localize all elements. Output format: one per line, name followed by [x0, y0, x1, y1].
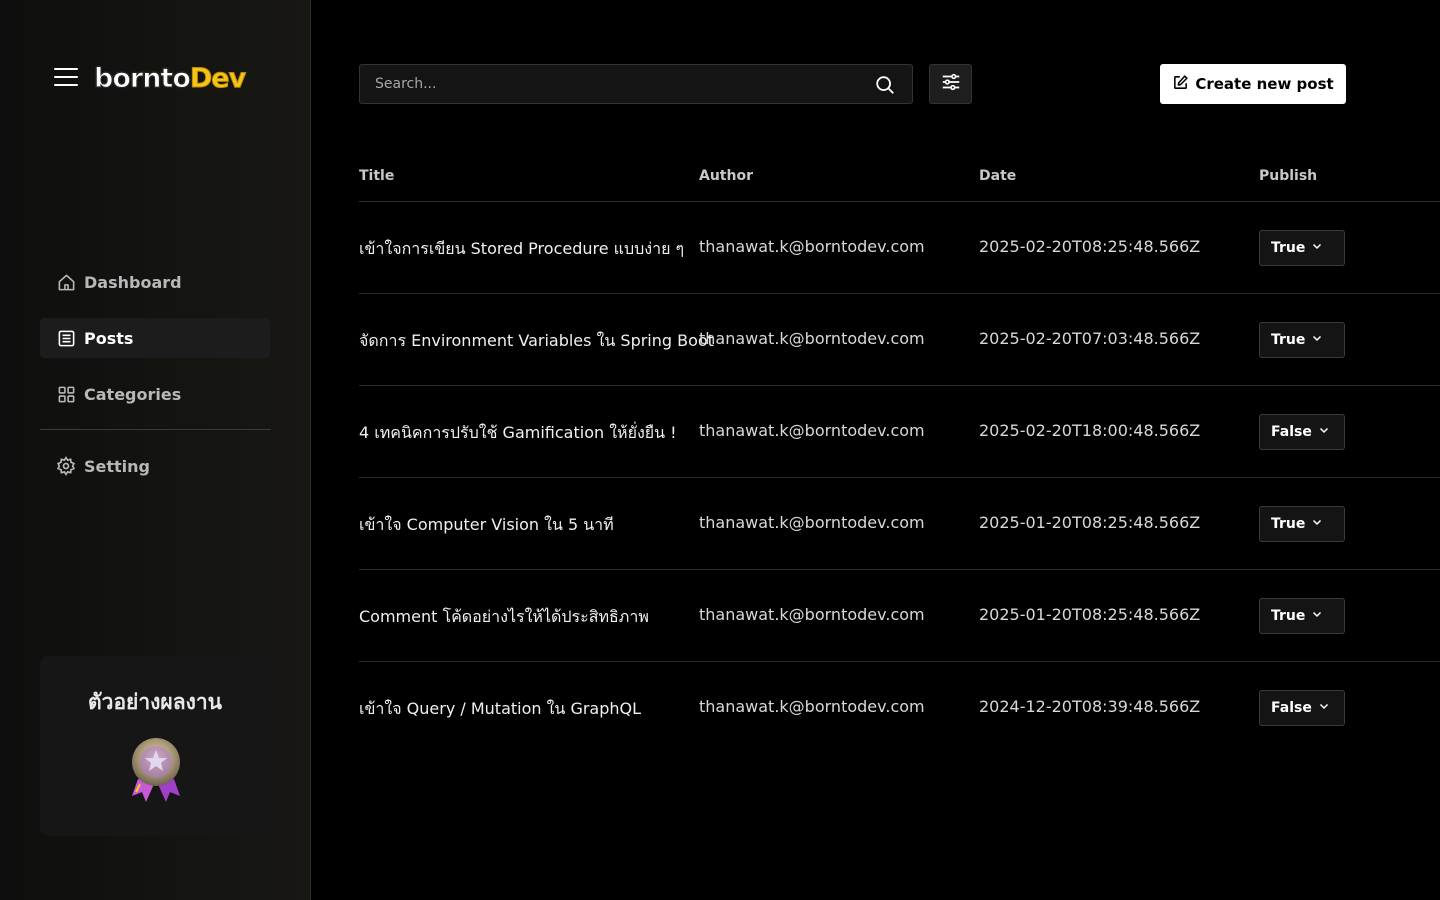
- posts-table: Title Author Date Publish เข้าใจการเขียน…: [359, 158, 1440, 754]
- post-date: 2025-02-20T18:00:48.566Z: [979, 421, 1201, 440]
- promo-title: ตัวอย่างผลงาน: [88, 690, 222, 714]
- table-row[interactable]: เข้าใจ Computer Vision ใน 5 นาที thanawa…: [359, 478, 1440, 570]
- post-date: 2025-02-20T08:25:48.566Z: [979, 237, 1201, 256]
- sidebar-item-label: Categories: [84, 384, 182, 404]
- publish-value: True: [1271, 240, 1306, 256]
- post-title[interactable]: จัดการ Environment Variables ใน Spring B…: [359, 329, 714, 354]
- publish-select[interactable]: True: [1259, 322, 1345, 358]
- sidebar-nav: Dashboard Posts Categories: [40, 262, 270, 430]
- create-post-label: Create new post: [1195, 75, 1334, 93]
- post-title[interactable]: 4 เทคนิคการปรับใช้ Gamification ให้ยั่งย…: [359, 421, 677, 446]
- search-input[interactable]: [375, 76, 855, 92]
- grid-icon: [56, 384, 76, 404]
- post-title[interactable]: Comment โค้ดอย่างไรให้ได้ประสิทธิภาพ: [359, 605, 649, 630]
- publish-select[interactable]: False: [1259, 414, 1345, 450]
- edit-icon: [1172, 74, 1189, 95]
- gear-icon: [56, 456, 76, 476]
- sidebar-item-label: Setting: [84, 456, 150, 476]
- post-author: thanawat.k@borntodev.com: [699, 697, 925, 716]
- post-author: thanawat.k@borntodev.com: [699, 329, 925, 348]
- sidebar-item-categories[interactable]: Categories: [40, 374, 270, 414]
- publish-select[interactable]: True: [1259, 230, 1345, 266]
- post-author: thanawat.k@borntodev.com: [699, 237, 925, 256]
- publish-value: False: [1271, 424, 1312, 440]
- chevron-down-icon: [1311, 332, 1323, 348]
- chevron-down-icon: [1311, 516, 1323, 532]
- post-author: thanawat.k@borntodev.com: [699, 513, 925, 532]
- publish-select[interactable]: True: [1259, 598, 1345, 634]
- chevron-down-icon: [1318, 424, 1330, 440]
- post-date: 2025-01-20T08:25:48.566Z: [979, 605, 1201, 624]
- post-date: 2024-12-20T08:39:48.566Z: [979, 697, 1201, 716]
- post-title[interactable]: เข้าใจ Query / Mutation ใน GraphQL: [359, 697, 641, 722]
- table-row[interactable]: เข้าใจการเขียน Stored Procedure แบบง่าย …: [359, 202, 1440, 294]
- post-date: 2025-02-20T07:03:48.566Z: [979, 329, 1201, 348]
- logo-text-bornto: bornto: [94, 62, 192, 94]
- sidebar-item-posts[interactable]: Posts: [40, 318, 270, 358]
- chevron-down-icon: [1318, 700, 1330, 716]
- publish-select[interactable]: False: [1259, 690, 1345, 726]
- publish-value: True: [1271, 332, 1306, 348]
- list-icon: [56, 328, 76, 348]
- medal-icon: [128, 734, 184, 804]
- publish-value: False: [1271, 700, 1312, 716]
- search-icon[interactable]: [874, 74, 896, 96]
- column-header-publish: Publish: [1259, 168, 1318, 184]
- post-title[interactable]: เข้าใจการเขียน Stored Procedure แบบง่าย …: [359, 237, 684, 262]
- table-row[interactable]: จัดการ Environment Variables ใน Spring B…: [359, 294, 1440, 386]
- publish-select[interactable]: True: [1259, 506, 1345, 542]
- post-date: 2025-01-20T08:25:48.566Z: [979, 513, 1201, 532]
- column-header-title: Title: [359, 168, 395, 184]
- chevron-down-icon: [1311, 240, 1323, 256]
- sidebar: bornto Dev Dashboard Posts Categories Se…: [0, 0, 311, 900]
- menu-icon[interactable]: [54, 68, 78, 88]
- column-header-date: Date: [979, 168, 1017, 184]
- logo[interactable]: bornto Dev: [94, 60, 247, 96]
- post-author: thanawat.k@borntodev.com: [699, 605, 925, 624]
- home-icon: [56, 272, 76, 292]
- logo-text-dev: Dev: [189, 62, 246, 94]
- publish-value: True: [1271, 608, 1306, 624]
- column-header-author: Author: [699, 168, 753, 184]
- sidebar-item-label: Dashboard: [84, 272, 182, 292]
- chevron-down-icon: [1311, 608, 1323, 624]
- sliders-icon: [940, 71, 962, 97]
- sidebar-divider: [40, 429, 271, 430]
- sidebar-item-setting[interactable]: Setting: [40, 446, 270, 486]
- table-row[interactable]: เข้าใจ Query / Mutation ใน GraphQL thana…: [359, 662, 1440, 754]
- filter-button[interactable]: [929, 64, 972, 104]
- table-header: Title Author Date Publish: [359, 158, 1440, 202]
- table-row[interactable]: 4 เทคนิคการปรับใช้ Gamification ให้ยั่งย…: [359, 386, 1440, 478]
- post-author: thanawat.k@borntodev.com: [699, 421, 925, 440]
- sidebar-item-label: Posts: [84, 328, 134, 348]
- sidebar-item-dashboard[interactable]: Dashboard: [40, 262, 270, 302]
- publish-value: True: [1271, 516, 1306, 532]
- promo-card[interactable]: ตัวอย่างผลงาน: [40, 656, 270, 836]
- create-post-button[interactable]: Create new post: [1160, 64, 1346, 104]
- post-title[interactable]: เข้าใจ Computer Vision ใน 5 นาที: [359, 513, 614, 538]
- table-row[interactable]: Comment โค้ดอย่างไรให้ได้ประสิทธิภาพ tha…: [359, 570, 1440, 662]
- search-bar: [359, 64, 913, 104]
